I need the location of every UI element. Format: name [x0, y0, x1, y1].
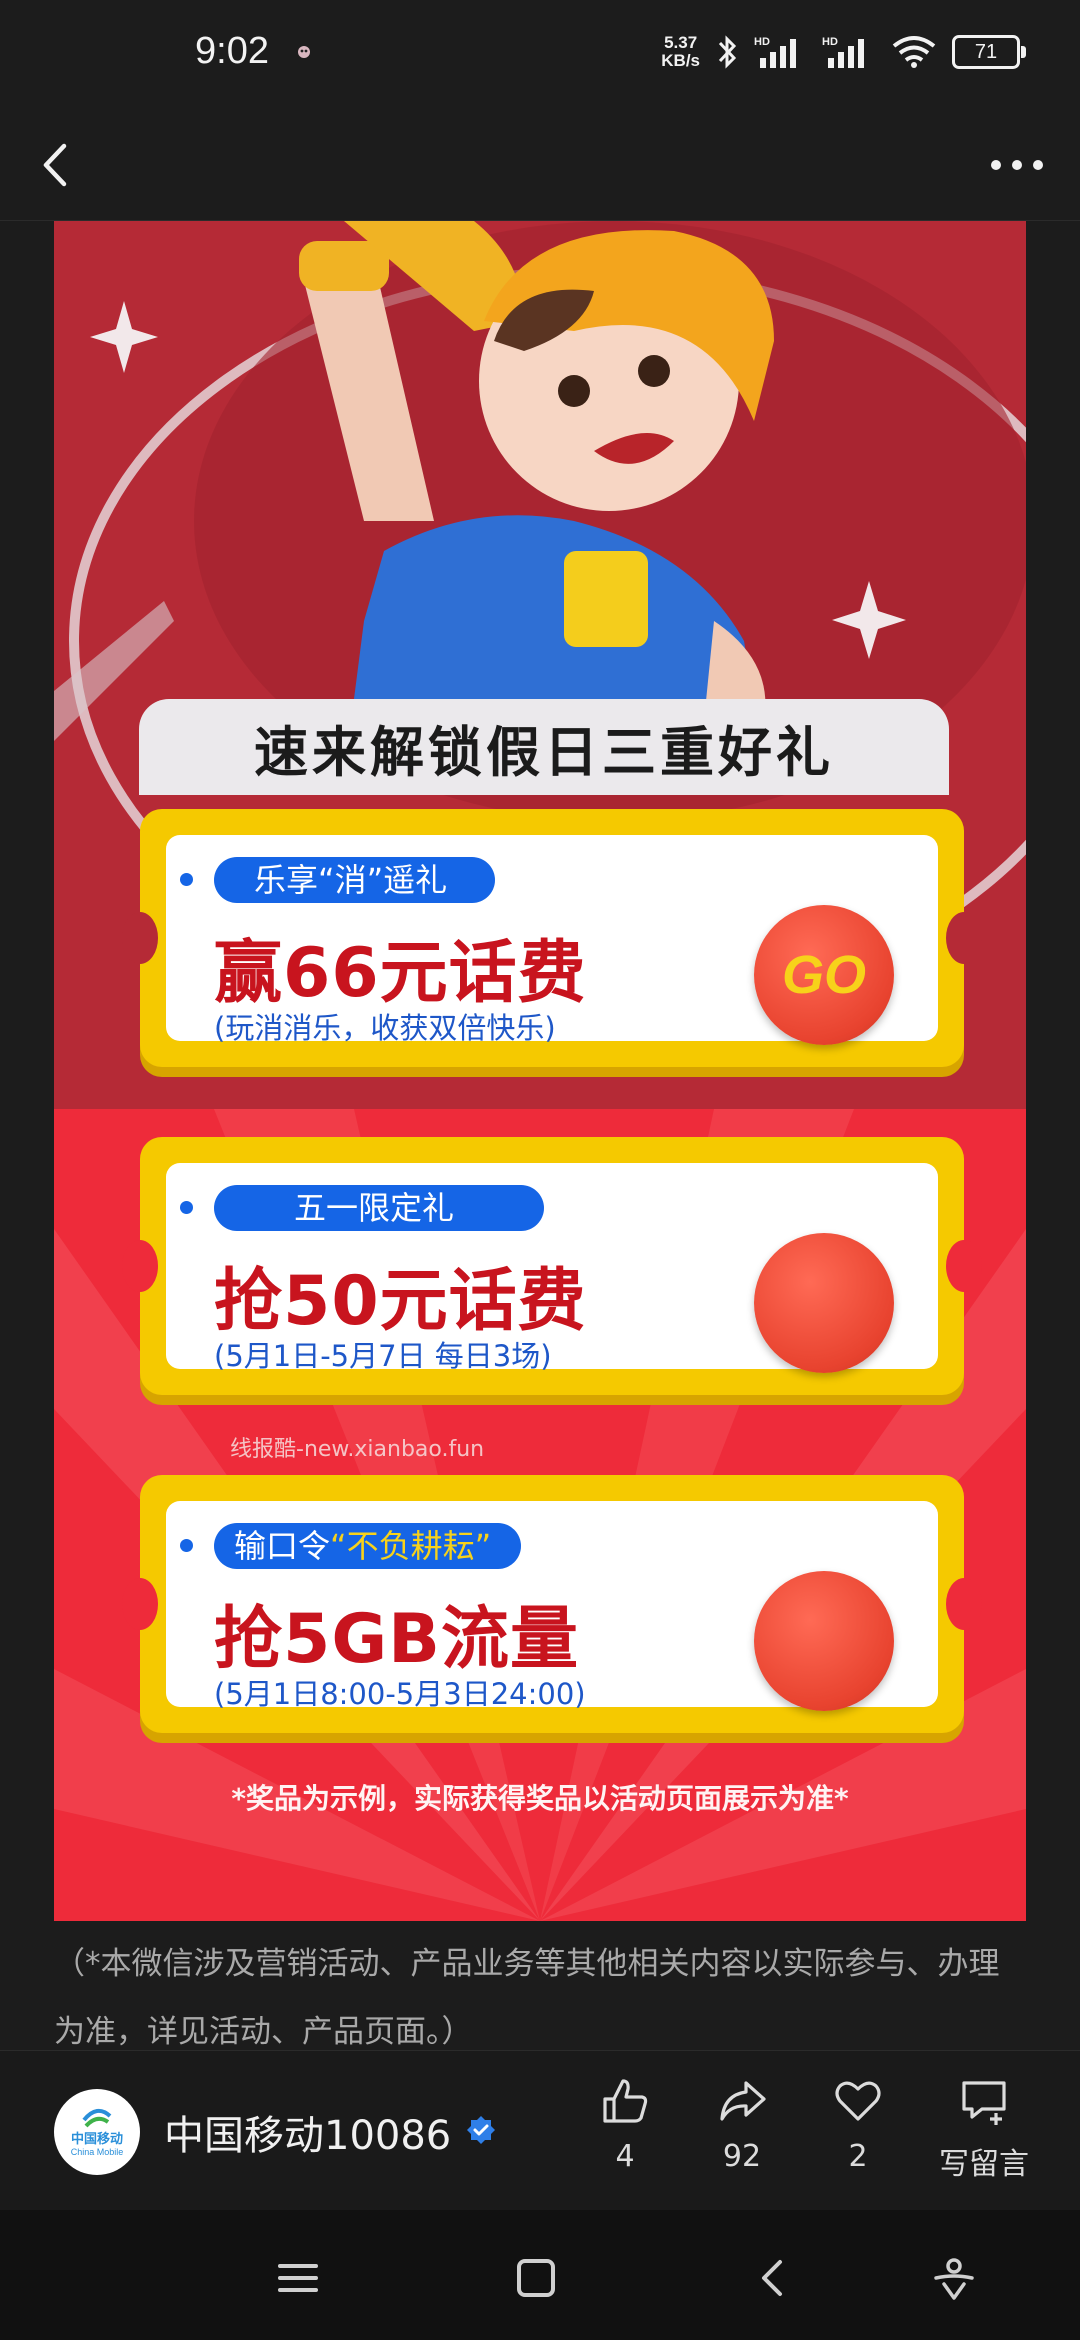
prize-card-3-tag: 输口令“不负耕耘” — [214, 1523, 522, 1569]
tag-dot — [180, 1539, 193, 1552]
ticket-notch — [946, 912, 982, 964]
share-icon — [720, 2081, 766, 2121]
prize-card-3[interactable]: 输口令“不负耕耘” 抢5GB流量 (5月1日8:00-5月3日24:00) — [122, 1475, 982, 1733]
prize-card-1-title: 赢66元话费 — [214, 934, 587, 1013]
prize-card-1-body: 乐享“消”遥礼 赢66元话费 (玩消消乐，收获双倍快乐) GO — [166, 835, 938, 1045]
heart-icon — [835, 2081, 881, 2121]
poster-headline: 速来解锁假日三重好礼 — [139, 699, 949, 795]
write-comment-button[interactable]: 写留言 — [924, 2073, 1044, 2193]
system-nav-bar — [0, 2210, 1080, 2340]
prize-card-2-title: 抢50元话费 — [214, 1262, 587, 1341]
back-arrow-icon[interactable] — [28, 130, 88, 200]
prize-card-2-body: 五一限定礼 抢50元话费 (5月1日-5月7日 每日3场) — [166, 1163, 938, 1373]
prize-card-2-tag: 五一限定礼 — [214, 1185, 545, 1231]
bluetooth-icon — [718, 35, 737, 69]
verified-icon — [467, 2116, 495, 2144]
prize-card-2-subtitle: (5月1日-5月7日 每日3场) — [214, 1339, 552, 1373]
ticket-notch — [946, 1578, 982, 1630]
go-button-label: GO — [781, 945, 866, 1005]
ticket-notch — [122, 912, 158, 964]
accessibility-icon[interactable] — [924, 2248, 984, 2308]
tag-dot — [180, 873, 193, 886]
prize-card-1-tag: 乐享“消”遥礼 — [214, 857, 496, 903]
wifi-icon — [892, 36, 936, 68]
svg-text:HD: HD — [754, 36, 770, 48]
favorite-button[interactable]: 2 — [808, 2073, 908, 2193]
status-bar: 9:02 5.37 KB/s HD HD 71 — [0, 0, 1080, 110]
author-name[interactable]: 中国移动10086 — [164, 2103, 451, 2161]
poster-disclaimer: *奖品为示例，实际获得奖品以活动页面展示为准* — [231, 1782, 849, 1815]
signal-icon-2: HD — [822, 36, 864, 68]
author-action-bar: 中国移动 China Mobile 中国移动10086 4 92 2 写留言 — [0, 2050, 1080, 2211]
article-poster-image: 速来解锁假日三重好礼 乐享“消”遥礼 赢66元话费 (玩消消乐，收获双倍快乐) … — [54, 221, 1026, 1921]
svg-text:HD: HD — [822, 36, 838, 48]
signal-icon: HD — [754, 36, 796, 68]
like-count: 4 — [615, 2139, 635, 2174]
avatar-label-en: China Mobile — [70, 2147, 124, 2157]
watermark: 线报酷-new.xianbao.fun — [230, 1437, 485, 1462]
share-button[interactable]: 92 — [692, 2073, 792, 2193]
net-speed: 5.37 KB/s — [661, 34, 700, 70]
china-mobile-logo-icon — [82, 2108, 112, 2128]
tag-dot — [180, 1201, 193, 1214]
go-button[interactable]: GO — [754, 905, 894, 1045]
comment-icon — [962, 2081, 1006, 2125]
favorite-count: 2 — [848, 2139, 868, 2174]
notification-icon — [298, 46, 310, 58]
net-speed-value: 5.37 — [664, 33, 698, 52]
top-app-bar — [0, 110, 1080, 221]
prize-card-3-body: 输口令“不负耕耘” 抢5GB流量 (5月1日8:00-5月3日24:00) — [166, 1501, 938, 1711]
net-speed-unit: KB/s — [661, 51, 700, 70]
thumbs-up-icon — [603, 2079, 648, 2123]
prize-card-3-title: 抢5GB流量 — [214, 1600, 579, 1679]
share-count: 92 — [722, 2139, 762, 2174]
back-icon[interactable] — [744, 2248, 804, 2308]
prize-card-2[interactable]: 五一限定礼 抢50元话费 (5月1日-5月7日 每日3场) — [122, 1137, 982, 1395]
article-caption: （*本微信涉及营销活动、产品业务等其他相关内容以实际参与、办理为准，详见活动、产… — [54, 1946, 1000, 2050]
prize-card-1-subtitle: (玩消消乐，收获双倍快乐) — [214, 1011, 556, 1045]
ticket-notch — [122, 1240, 158, 1292]
author-avatar[interactable]: 中国移动 China Mobile — [54, 2089, 140, 2175]
prize-card-1[interactable]: 乐享“消”遥礼 赢66元话费 (玩消消乐，收获双倍快乐) GO — [122, 809, 982, 1067]
status-time: 9:02 — [195, 30, 269, 72]
prize-card-3-subtitle: (5月1日8:00-5月3日24:00) — [214, 1677, 586, 1711]
home-icon[interactable] — [506, 2248, 566, 2308]
write-comment-label: 写留言 — [939, 2147, 1029, 2182]
avatar-label-cn: 中国移动 — [70, 2132, 123, 2147]
prize-card-3-tag-highlight: “不负耕耘” — [330, 1527, 492, 1565]
poster-hero: 速来解锁假日三重好礼 乐享“消”遥礼 赢66元话费 (玩消消乐，收获双倍快乐) … — [54, 221, 1026, 1109]
more-dots-icon[interactable] — [982, 140, 1052, 190]
prize-card-2-button[interactable] — [754, 1233, 894, 1373]
like-button[interactable]: 4 — [575, 2073, 675, 2193]
prize-card-3-tag-prefix: 输口令 — [234, 1527, 331, 1565]
prize-card-3-button[interactable] — [754, 1571, 894, 1711]
ticket-notch — [122, 1578, 158, 1630]
menu-icon[interactable] — [268, 2248, 328, 2308]
status-indicators: 5.37 KB/s HD HD 71 — [661, 34, 1026, 70]
battery-indicator: 71 — [952, 35, 1026, 69]
battery-level: 71 — [974, 40, 998, 63]
ticket-notch — [946, 1240, 982, 1292]
